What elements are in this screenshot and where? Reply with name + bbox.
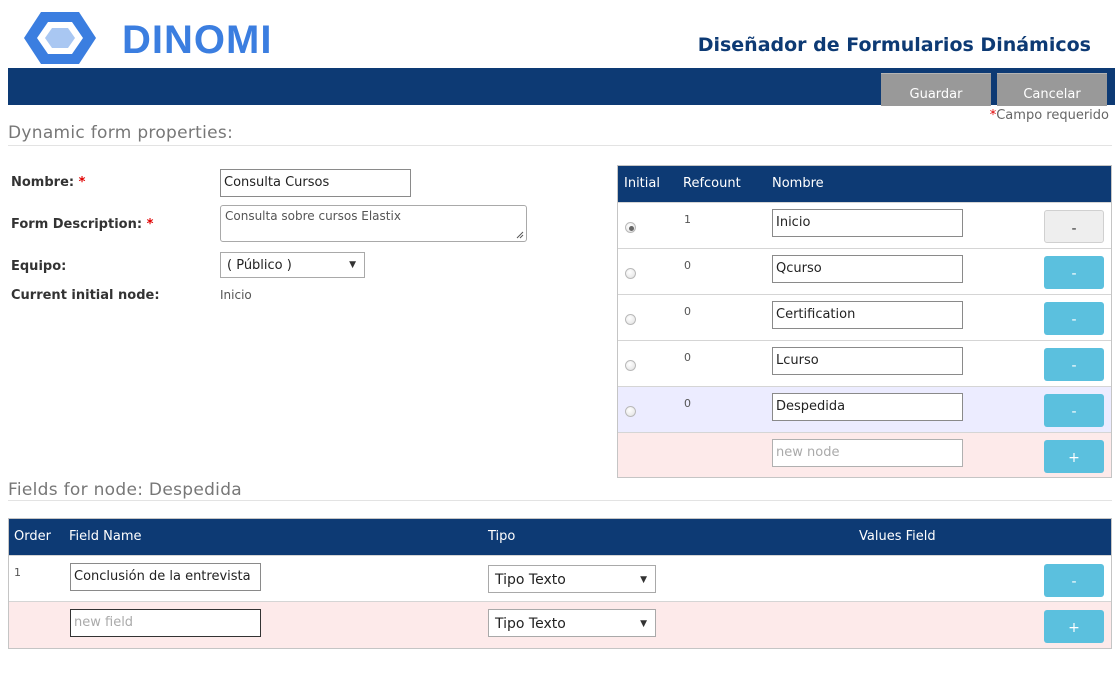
node-refcount: 0 — [684, 351, 691, 364]
team-select-value: ( Público ) — [227, 258, 292, 273]
field-name-input[interactable]: Conclusión de la entrevista — [70, 563, 261, 591]
add-node-button[interactable]: + — [1044, 440, 1104, 473]
new-node-input[interactable]: new node — [772, 439, 963, 467]
nodes-table-header: Initial Refcount Nombre — [618, 166, 1111, 202]
remove-node-button[interactable]: - — [1044, 302, 1104, 335]
app-title: Diseñador de Formularios Dinámicos — [697, 34, 1091, 56]
remove-node-button[interactable]: - — [1044, 210, 1104, 243]
dropdown-arrow-icon: ▼ — [349, 260, 356, 270]
node-name-input[interactable]: Inicio — [772, 209, 963, 237]
required-note-text: Campo requerido — [996, 108, 1109, 123]
node-refcount: 0 — [684, 305, 691, 318]
description-value: Consulta sobre cursos Elastix — [225, 209, 401, 223]
form-name-input[interactable]: Consulta Cursos — [220, 169, 411, 197]
required-field-note: *Campo requerido — [990, 108, 1109, 123]
node-refcount: 0 — [684, 259, 691, 272]
dropdown-arrow-icon: ▼ — [640, 619, 647, 629]
initial-node-radio[interactable] — [625, 406, 636, 417]
remove-field-button[interactable]: - — [1044, 564, 1104, 597]
required-star: * — [146, 217, 154, 232]
team-label: Equipo: — [11, 259, 67, 274]
description-label: Form Description: * — [11, 217, 153, 232]
header-values-field: Values Field — [859, 529, 936, 544]
node-row: 0 Qcurso - — [618, 248, 1111, 294]
hexagon-logo-icon — [24, 12, 96, 64]
add-field-button[interactable]: + — [1044, 610, 1104, 643]
remove-node-button[interactable]: - — [1044, 394, 1104, 427]
field-type-value: Tipo Texto — [495, 572, 566, 588]
node-row: 0 Certification - — [618, 294, 1111, 340]
new-field-type-select[interactable]: Tipo Texto ▼ — [488, 609, 656, 637]
fields-table: Order Field Name Tipo Values Field 1 Con… — [8, 518, 1112, 649]
header-initial: Initial — [624, 176, 660, 191]
header-field-name: Field Name — [69, 529, 142, 544]
initial-node-label: Current initial node: — [11, 288, 160, 303]
divider — [8, 500, 1112, 501]
node-name-input[interactable]: Despedida — [772, 393, 963, 421]
node-refcount: 0 — [684, 397, 691, 410]
cancel-button[interactable]: Cancelar — [997, 73, 1107, 106]
new-field-row: new field Tipo Texto ▼ + — [9, 601, 1111, 648]
form-properties-title: Dynamic form properties: — [8, 123, 234, 143]
save-button[interactable]: Guardar — [881, 73, 991, 106]
initial-node-value: Inicio — [220, 288, 252, 302]
new-field-input[interactable]: new field — [70, 609, 261, 637]
remove-node-button[interactable]: - — [1044, 348, 1104, 381]
form-description-textarea[interactable]: Consulta sobre cursos Elastix — [220, 205, 527, 242]
fields-section-title: Fields for node: Despedida — [8, 480, 243, 500]
dropdown-arrow-icon: ▼ — [640, 575, 647, 585]
nodes-table: Initial Refcount Nombre 1 Inicio - 0 Qcu… — [617, 165, 1112, 478]
required-star: * — [78, 175, 86, 190]
new-node-row: new node + — [618, 432, 1111, 477]
fields-table-header: Order Field Name Tipo Values Field — [9, 519, 1111, 555]
header-order: Order — [14, 529, 51, 544]
node-refcount: 1 — [684, 213, 691, 226]
description-label-text: Form Description: — [11, 217, 143, 232]
node-name-input[interactable]: Lcurso — [772, 347, 963, 375]
initial-node-radio[interactable] — [625, 314, 636, 325]
field-row: 1 Conclusión de la entrevista Tipo Texto… — [9, 555, 1111, 601]
divider — [8, 145, 1112, 146]
node-row: 1 Inicio - — [618, 202, 1111, 248]
initial-node-radio[interactable] — [625, 360, 636, 371]
new-field-type-value: Tipo Texto — [495, 616, 566, 632]
field-type-select[interactable]: Tipo Texto ▼ — [488, 565, 656, 593]
team-select[interactable]: ( Público ) ▼ — [220, 252, 365, 278]
name-label-text: Nombre: — [11, 175, 75, 190]
initial-node-radio[interactable] — [625, 268, 636, 279]
dinomi-logo: DINOMI — [22, 8, 271, 68]
resize-grip-icon[interactable] — [516, 231, 524, 239]
node-row-selected[interactable]: 0 Despedida - — [618, 386, 1111, 432]
initial-node-radio[interactable] — [625, 222, 636, 233]
node-row: 0 Lcurso - — [618, 340, 1111, 386]
logo-text: DINOMI — [122, 18, 273, 62]
header-name: Nombre — [772, 176, 824, 191]
header-type: Tipo — [488, 529, 516, 544]
remove-node-button[interactable]: - — [1044, 256, 1104, 289]
node-name-input[interactable]: Certification — [772, 301, 963, 329]
header-refcount: Refcount — [683, 176, 741, 191]
name-label: Nombre: * — [11, 175, 85, 190]
node-name-input[interactable]: Qcurso — [772, 255, 963, 283]
field-order: 1 — [14, 566, 21, 579]
